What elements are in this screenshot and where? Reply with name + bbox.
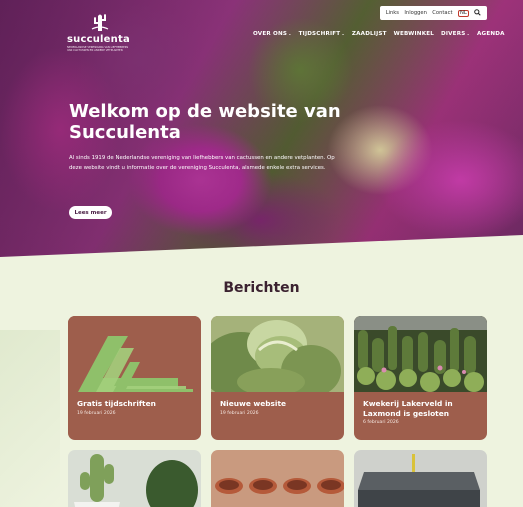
- language-flag-icon[interactable]: NL: [457, 9, 469, 17]
- post-card-image[interactable]: [68, 450, 201, 507]
- post-title: Gratis tijdschriften: [77, 399, 156, 408]
- nav-item-zaadlijst[interactable]: ZAADLIJST: [352, 31, 387, 37]
- post-image: [68, 316, 201, 392]
- nav-item-agenda[interactable]: AGENDA: [477, 31, 505, 37]
- background-shape: [0, 330, 60, 507]
- post-card[interactable]: Nieuwe website 19 februari 2026: [211, 316, 344, 440]
- cactus-logo-icon: [91, 14, 109, 31]
- post-card[interactable]: Gratis tijdschriften 19 februari 2026: [68, 316, 201, 440]
- post-card-image[interactable]: [211, 450, 344, 507]
- post-date: 19 februari 2026: [77, 411, 116, 416]
- utility-bar: Links Inloggen Contact NL: [380, 6, 487, 20]
- utility-link-contact[interactable]: Contact: [432, 10, 452, 16]
- hero-title: Welkom op de website van Succulenta: [69, 101, 341, 143]
- logo-tagline: NEDERLANDSE VERENIGING VAN LIEFHEBBERS V…: [67, 46, 129, 52]
- post-card[interactable]: Kwekerij Lakerveld in Laxmond is geslote…: [354, 316, 487, 440]
- hero-intro: Al sinds 1919 de Nederlandse vereniging …: [69, 155, 335, 171]
- post-title: Nieuwe website: [220, 399, 287, 408]
- chevron-down-icon: ⌄: [341, 31, 345, 36]
- search-icon[interactable]: [474, 8, 481, 18]
- post-title: Kwekerij Lakerveld in Laxmond is geslote…: [363, 399, 453, 418]
- nav-item-tijdschrift[interactable]: TIJDSCHRIFT⌄: [299, 31, 345, 37]
- nav-item-divers[interactable]: DIVERS⌄: [441, 31, 470, 37]
- main-nav: OVER ONS⌄ TIJDSCHRIFT⌄ ZAADLIJST WEBWINK…: [253, 31, 505, 37]
- chevron-down-icon: ⌄: [466, 31, 470, 36]
- site-logo[interactable]: succulenta NEDERLANDSE VERENIGING VAN LI…: [67, 12, 132, 52]
- utility-link-links[interactable]: Links: [386, 10, 399, 16]
- post-date: 19 februari 2026: [220, 411, 259, 416]
- posts-heading: Berichten: [223, 280, 300, 296]
- chevron-down-icon: ⌄: [288, 31, 292, 36]
- post-date: 6 februari 2026: [363, 420, 399, 425]
- post-image: [354, 316, 487, 392]
- logo-wordmark: succulenta: [67, 34, 130, 45]
- post-card-image[interactable]: [354, 450, 487, 507]
- post-image: [211, 316, 344, 392]
- nav-item-over-ons[interactable]: OVER ONS⌄: [253, 31, 292, 37]
- utility-link-login[interactable]: Inloggen: [404, 10, 427, 16]
- nav-item-webwinkel[interactable]: WEBWINKEL: [394, 31, 434, 37]
- page: succulenta NEDERLANDSE VERENIGING VAN LI…: [0, 0, 523, 507]
- read-more-button[interactable]: Lees meer: [69, 206, 112, 219]
- hero-banner: succulenta NEDERLANDSE VERENIGING VAN LI…: [0, 0, 523, 262]
